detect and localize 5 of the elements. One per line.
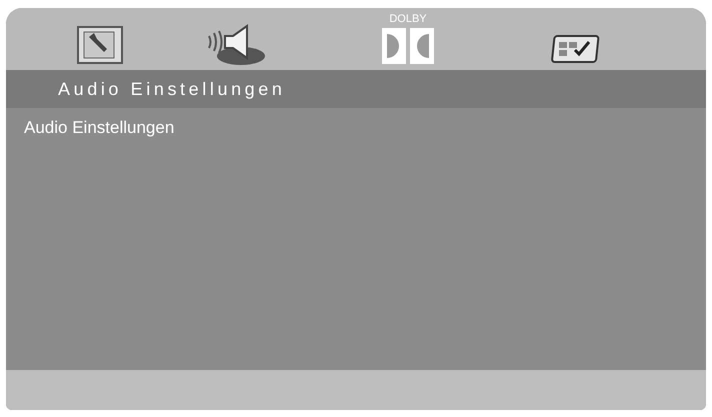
double-d-icon[interactable]: [380, 26, 436, 66]
menu-title: Audio Einstellungen: [58, 78, 286, 100]
checkmark-panel-icon[interactable]: [549, 32, 601, 66]
tab-label: DOLBY: [389, 14, 427, 25]
menu-item[interactable]: Audio Einstellungen: [24, 118, 706, 138]
